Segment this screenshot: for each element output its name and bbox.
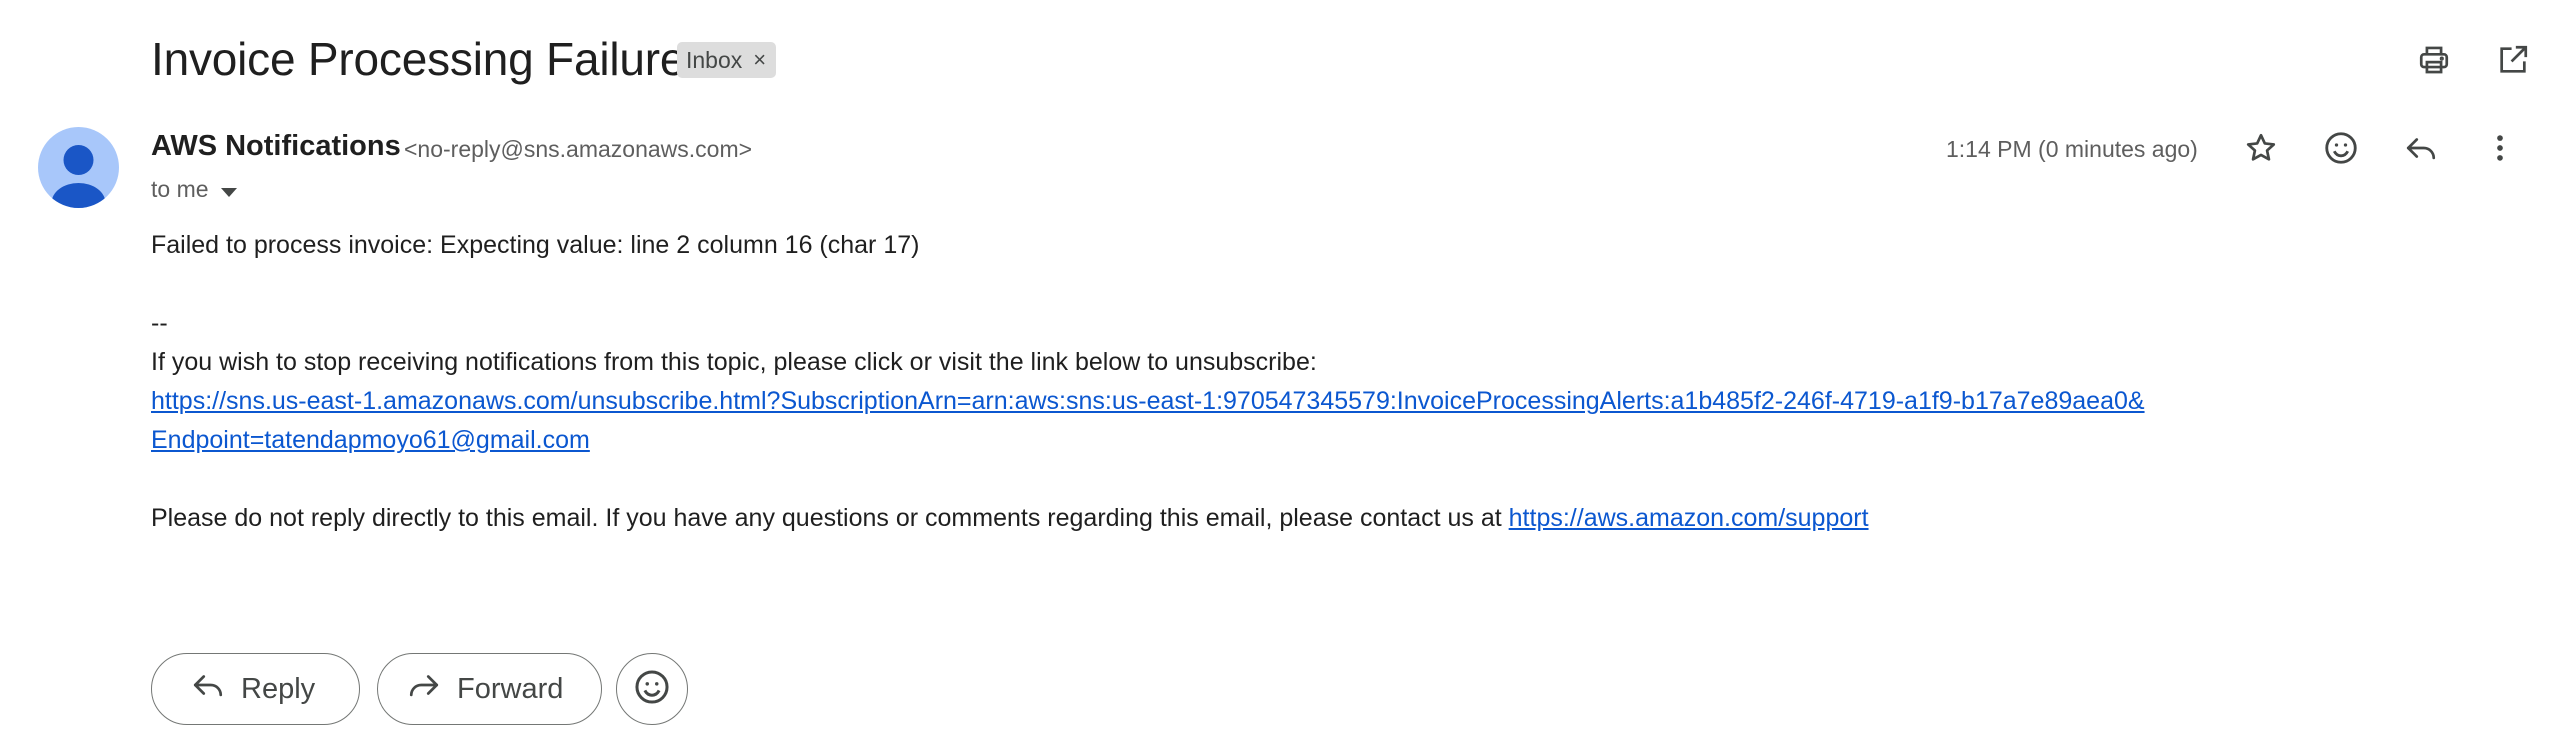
body-error-line: Failed to process invoice: Expecting val… bbox=[151, 231, 920, 259]
message-timestamp: 1:14 PM (0 minutes ago) bbox=[1946, 136, 2198, 162]
add-reaction-pill-button[interactable] bbox=[616, 653, 688, 725]
open-in-new-window-icon bbox=[2496, 43, 2530, 77]
body-separator: -- bbox=[151, 309, 168, 337]
print-button[interactable] bbox=[2405, 31, 2463, 89]
more-vert-icon bbox=[2483, 131, 2517, 165]
forward-icon bbox=[407, 668, 457, 710]
reply-button-label: Reply bbox=[241, 672, 316, 705]
print-icon bbox=[2417, 43, 2451, 77]
add-reaction-button[interactable] bbox=[2312, 119, 2370, 177]
forward-button[interactable]: Forward bbox=[377, 653, 602, 725]
forward-button-label: Forward bbox=[457, 672, 564, 705]
body-contact-line: Please do not reply directly to this ema… bbox=[151, 499, 2511, 538]
emoji-icon bbox=[633, 668, 671, 711]
star-icon bbox=[2244, 131, 2278, 165]
chevron-down-icon bbox=[220, 177, 237, 204]
recipient-details-toggle[interactable]: to me bbox=[151, 175, 237, 204]
more-options-button[interactable] bbox=[2471, 119, 2529, 177]
reply-icon-button[interactable] bbox=[2392, 119, 2450, 177]
body-contact-text: Please do not reply directly to this ema… bbox=[151, 504, 1509, 532]
recipient-label: to me bbox=[151, 176, 209, 202]
emoji-icon bbox=[2323, 130, 2359, 166]
sender-email: <no-reply@sns.amazonaws.com> bbox=[404, 136, 753, 162]
label-chip-inbox[interactable]: Inbox × bbox=[677, 42, 777, 78]
email-body: Failed to process invoice: Expecting val… bbox=[151, 226, 2511, 538]
label-chip-text: Inbox bbox=[686, 46, 743, 73]
support-link[interactable]: https://aws.amazon.com/support bbox=[1509, 504, 1869, 532]
sender-avatar[interactable] bbox=[38, 127, 119, 208]
reply-icon bbox=[2404, 131, 2438, 165]
open-in-new-window-button[interactable] bbox=[2484, 31, 2542, 89]
unsubscribe-link-endpoint[interactable]: Endpoint=tatendapmoyo61@gmail.com bbox=[151, 426, 590, 454]
star-button[interactable] bbox=[2232, 119, 2290, 177]
reply-icon bbox=[191, 668, 241, 710]
remove-label-icon[interactable]: × bbox=[753, 47, 766, 73]
reply-button[interactable]: Reply bbox=[151, 653, 360, 725]
email-subject: Invoice Processing Failure bbox=[151, 33, 686, 85]
unsubscribe-link[interactable]: https://sns.us-east-1.amazonaws.com/unsu… bbox=[151, 387, 2145, 415]
body-unsubscribe-note: If you wish to stop receiving notificati… bbox=[151, 348, 1317, 376]
sender-name: AWS Notifications bbox=[151, 130, 401, 162]
